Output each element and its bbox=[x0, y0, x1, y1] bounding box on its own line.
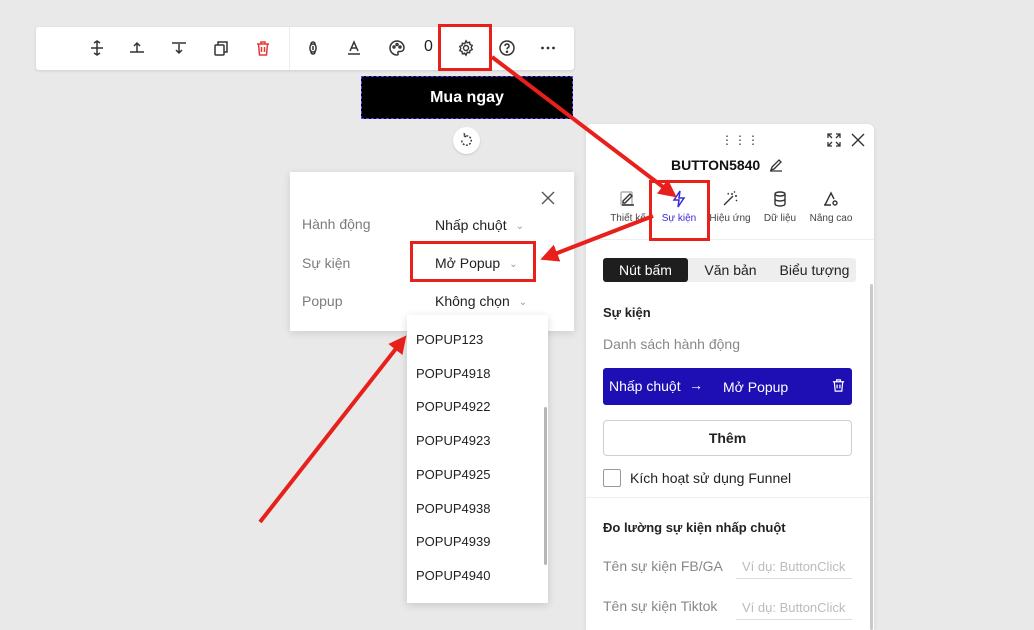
list-item[interactable]: POPUP4925 bbox=[416, 467, 490, 482]
expand-icon[interactable] bbox=[827, 133, 841, 152]
panel-tabs: Thiết kế Sự kiện Hiệu ứng Dữ liệu Nâng c… bbox=[586, 182, 874, 240]
funnel-label: Kích hoạt sử dụng Funnel bbox=[630, 470, 792, 486]
segment-button[interactable]: Nút bấm bbox=[603, 258, 688, 282]
highlight-box-events-tab bbox=[649, 180, 710, 241]
text-format-icon[interactable] bbox=[339, 33, 369, 63]
add-action-button[interactable]: Thêm bbox=[603, 420, 852, 456]
popup-select-value: Không chọn bbox=[435, 293, 510, 309]
tiktok-event-input[interactable]: Ví dụ: ButtonClick bbox=[736, 596, 852, 620]
element-name: BUTTON5840 bbox=[671, 157, 761, 173]
help-icon[interactable] bbox=[492, 33, 522, 63]
mua-ngay-button[interactable]: Mua ngay bbox=[361, 76, 573, 119]
element-type-segment: Nút bấm Văn bản Biểu tượng bbox=[603, 258, 856, 282]
tab-label: Hiệu ứng bbox=[709, 213, 751, 224]
element-toolbar: 0 bbox=[36, 27, 574, 70]
list-item[interactable]: POPUP4923 bbox=[416, 433, 490, 448]
field-label-tiktok: Tên sự kiện Tiktok bbox=[603, 598, 718, 614]
arrow-right-icon: → bbox=[689, 377, 703, 393]
close-icon[interactable] bbox=[539, 189, 557, 207]
dropdown-scrollbar[interactable] bbox=[544, 407, 547, 565]
segment-text[interactable]: Văn bản bbox=[688, 258, 773, 282]
more-icon[interactable] bbox=[533, 33, 563, 63]
tab-label: Dữ liệu bbox=[763, 213, 797, 224]
list-item[interactable]: POPUP4918 bbox=[416, 366, 490, 381]
field-label-fbga: Tên sự kiện FB/GA bbox=[603, 558, 723, 574]
funnel-option: Kích hoạt sử dụng Funnel bbox=[603, 469, 791, 487]
action-select-value: Nhấp chuột bbox=[435, 217, 507, 233]
tracking-title: Đo lường sự kiện nhấp chuột bbox=[603, 520, 786, 535]
toolbar-count: 0 bbox=[424, 38, 433, 55]
popup-select[interactable]: Không chọn ⌄ bbox=[435, 293, 527, 309]
database-icon bbox=[774, 191, 786, 207]
section-title-events: Sự kiện bbox=[603, 305, 651, 320]
chevron-down-icon: ⌄ bbox=[515, 220, 524, 232]
chevron-down-icon: ⌄ bbox=[518, 296, 528, 308]
advanced-settings-icon bbox=[824, 191, 838, 206]
edit-icon bbox=[620, 191, 634, 206]
list-item[interactable]: POPUP4940 bbox=[416, 568, 490, 583]
rename-icon[interactable] bbox=[769, 158, 783, 177]
popover-label-action: Hành động bbox=[302, 216, 371, 232]
section-divider bbox=[586, 497, 874, 498]
panel-scrollbar[interactable] bbox=[870, 284, 873, 630]
list-item[interactable]: POPUP4922 bbox=[416, 399, 490, 414]
fbga-event-input[interactable]: Ví dụ: ButtonClick bbox=[736, 555, 852, 579]
action-list-label: Danh sách hành động bbox=[603, 336, 740, 352]
tab-data[interactable]: Dữ liệu bbox=[752, 190, 808, 224]
action-result: Mở Popup bbox=[723, 379, 789, 395]
highlight-box-settings bbox=[438, 24, 492, 71]
tab-label: Thiết kế bbox=[610, 213, 646, 224]
popover-label-popup: Popup bbox=[302, 293, 343, 309]
list-item[interactable]: POPUP123 bbox=[416, 332, 483, 347]
popover-label-event: Sự kiện bbox=[302, 255, 351, 271]
action-trigger: Nhấp chuột bbox=[609, 378, 681, 394]
tab-effects[interactable]: Hiệu ứng bbox=[702, 190, 758, 224]
action-select[interactable]: Nhấp chuột ⌄ bbox=[435, 217, 524, 233]
list-item[interactable]: POPUP4938 bbox=[416, 501, 490, 516]
tab-design[interactable]: Thiết kế bbox=[600, 190, 656, 224]
duplicate-icon[interactable] bbox=[206, 33, 236, 63]
popup-dropdown-list: POPUP123 POPUP4918 POPUP4922 POPUP4923 P… bbox=[407, 315, 548, 603]
trash-icon[interactable] bbox=[248, 33, 278, 63]
action-item[interactable]: Nhấp chuột → Mở Popup bbox=[603, 368, 852, 405]
toolbar-divider bbox=[289, 27, 290, 70]
drag-handle-icon[interactable]: ⋮⋮⋮ bbox=[721, 133, 760, 147]
trash-icon[interactable] bbox=[831, 378, 846, 396]
close-icon[interactable] bbox=[851, 133, 865, 152]
palette-icon[interactable] bbox=[382, 33, 412, 63]
highlight-box-event-select bbox=[410, 241, 536, 282]
segment-icon[interactable]: Biểu tượng bbox=[773, 258, 856, 282]
funnel-checkbox[interactable] bbox=[603, 469, 621, 487]
align-bottom-icon[interactable] bbox=[164, 33, 194, 63]
align-top-icon[interactable] bbox=[122, 33, 152, 63]
properties-panel: ⋮⋮⋮ BUTTON5840 Thiết kế Sự kiện Hiệu ứng… bbox=[586, 124, 874, 630]
tab-label: Nâng cao bbox=[809, 213, 853, 224]
rotate-icon[interactable] bbox=[453, 127, 480, 154]
tab-advanced[interactable]: Nâng cao bbox=[803, 190, 859, 224]
magic-wand-icon bbox=[723, 191, 738, 206]
move-vertical-icon[interactable] bbox=[82, 33, 112, 63]
list-item[interactable]: POPUP4939 bbox=[416, 534, 490, 549]
link-icon[interactable] bbox=[298, 33, 328, 63]
